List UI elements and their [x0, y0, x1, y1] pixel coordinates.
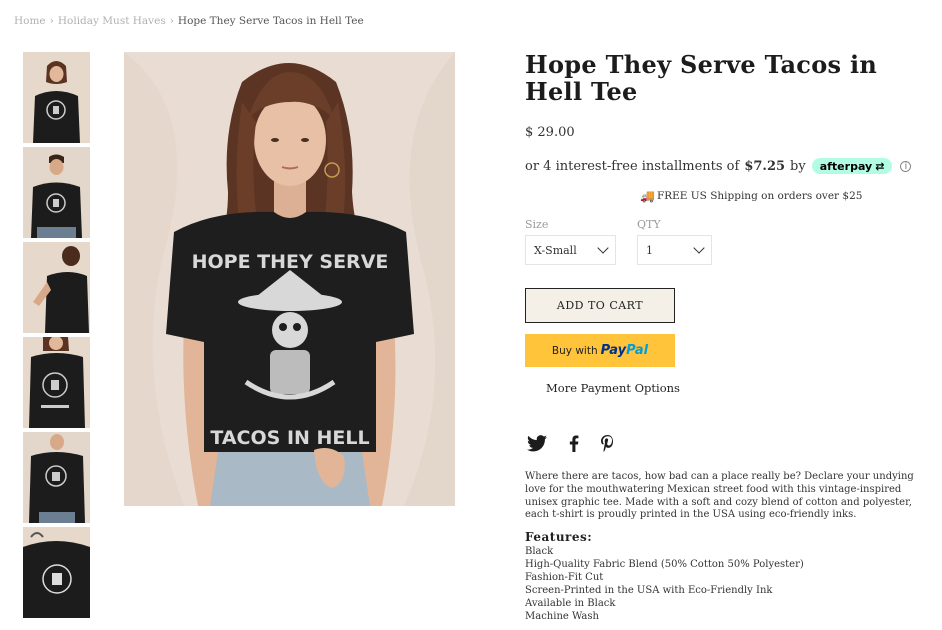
thumbnail-3[interactable] — [23, 242, 90, 333]
chevron-down-icon — [693, 242, 705, 254]
breadcrumb-home[interactable]: Home — [14, 15, 46, 27]
breadcrumb: Home › Holiday Must Haves › Hope They Serve … — [14, 15, 364, 27]
thumbnail-5[interactable] — [23, 432, 90, 523]
thumbnail-gallery — [23, 52, 90, 622]
main-product-image[interactable]: HOPE THEY SERVE TACOS IN HELL — [124, 52, 455, 506]
feature-item: Screen-Printed in the USA with Eco-Frien… — [525, 584, 773, 596]
paypal-button[interactable]: Buy with Pay Pal — [525, 334, 675, 367]
product-title: Hope They Serve Tacos in Hell Tee — [525, 50, 878, 106]
feature-item: Machine Wash — [525, 610, 599, 622]
qty-value: 1 — [646, 243, 653, 257]
qty-select[interactable]: 1 — [637, 235, 712, 265]
feature-item: High-Quality Fabric Blend (50% Cotton 50… — [525, 558, 804, 570]
shipping-banner: 🚚 FREE US Shipping on orders over $25 — [640, 189, 862, 203]
afterpay-label: afterpay — [819, 159, 873, 173]
breadcrumb-current: Hope They Serve Tacos in Hell Tee — [177, 15, 364, 27]
breadcrumb-separator: › — [49, 15, 54, 27]
add-to-cart-button[interactable]: ADD TO CART — [525, 288, 675, 323]
features-list: Black High-Quality Fabric Blend (50% Cot… — [525, 546, 804, 623]
social-share — [527, 435, 614, 452]
shipping-text: FREE US Shipping on orders over $25 — [656, 190, 863, 202]
info-icon[interactable]: i — [900, 160, 912, 172]
feature-item: Fashion-Fit Cut — [525, 571, 604, 583]
breadcrumb-category[interactable]: Holiday Must Haves — [58, 15, 166, 27]
afterpay-badge[interactable]: afterpay ⇄ — [811, 158, 893, 174]
more-payment-options-link[interactable]: More Payment Options — [546, 381, 680, 395]
shirt-print-top: HOPE THEY SERVE — [192, 251, 389, 273]
features-heading: Features: — [525, 530, 593, 544]
feature-item: Black — [525, 546, 554, 557]
facebook-icon[interactable] — [569, 435, 579, 452]
twitter-icon[interactable] — [527, 435, 547, 452]
breadcrumb-separator: › — [169, 15, 174, 27]
paypal-prefix: Buy with — [551, 344, 598, 357]
installments-amount: $7.25 — [744, 158, 786, 174]
paypal-logo-pay: Pay — [600, 343, 627, 358]
thumbnail-2[interactable] — [23, 147, 90, 238]
qty-label: QTY — [637, 218, 661, 231]
installments-info: or 4 interest-free installments of $7.25… — [525, 158, 912, 174]
product-price: $ 29.00 — [525, 125, 575, 140]
afterpay-logo-icon: ⇄ — [875, 159, 885, 173]
installments-text: or 4 interest-free installments of — [525, 158, 740, 174]
shirt-print-bottom: TACOS IN HELL — [210, 427, 369, 449]
installments-by: by — [790, 158, 806, 174]
thumbnail-1[interactable] — [23, 52, 90, 143]
truck-icon: 🚚 — [640, 189, 655, 203]
paypal-logo-pal: Pal — [626, 343, 649, 358]
thumbnail-4[interactable] — [23, 337, 90, 428]
product-description: Where there are tacos, how bad can a pla… — [525, 471, 914, 521]
chevron-down-icon — [597, 242, 609, 254]
size-value: X-Small — [534, 243, 577, 257]
feature-item: Available in Black — [525, 597, 616, 609]
size-label: Size — [525, 218, 549, 231]
size-select[interactable]: X-Small — [525, 235, 616, 265]
thumbnail-6[interactable] — [23, 527, 90, 618]
pinterest-icon[interactable] — [601, 435, 614, 452]
